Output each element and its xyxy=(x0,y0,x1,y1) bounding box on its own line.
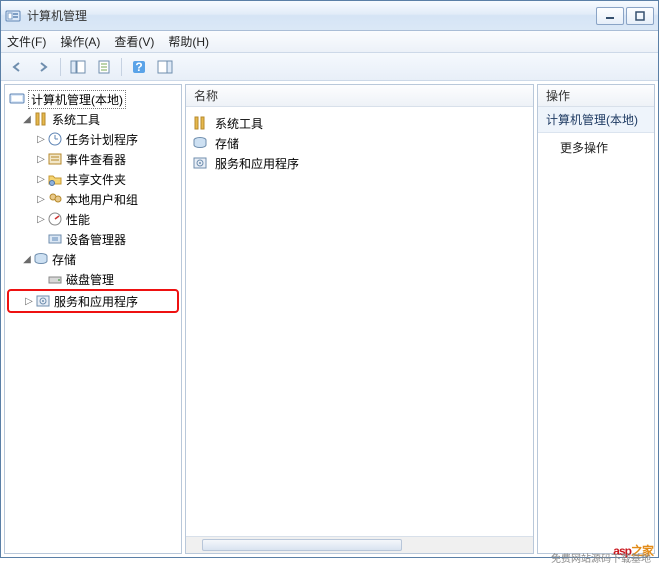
list-item-label: 服务和应用程序 xyxy=(215,155,299,172)
device-icon xyxy=(47,231,63,247)
collapse-icon[interactable]: ◢ xyxy=(21,114,33,125)
tree-system-tools[interactable]: ◢ 系统工具 xyxy=(7,109,179,129)
window: 计算机管理 文件(F) 操作(A) 查看(V) 帮助(H) ? 计算机管理(本地… xyxy=(0,0,659,558)
menu-action[interactable]: 操作(A) xyxy=(60,33,100,50)
actions-list: 计算机管理(本地) 更多操作 xyxy=(538,107,654,553)
tree-task-scheduler[interactable]: ▷ 任务计划程序 xyxy=(7,129,179,149)
collapse-icon[interactable]: ◢ xyxy=(21,254,33,265)
tree-label: 服务和应用程序 xyxy=(54,293,138,310)
nav-back-button[interactable] xyxy=(5,56,29,78)
list-pane: 名称 系统工具 存储 服务和应用程序 xyxy=(185,84,534,554)
tree-label: 任务计划程序 xyxy=(66,131,138,148)
action-pane-button[interactable] xyxy=(153,56,177,78)
tree-performance[interactable]: ▷ 性能 xyxy=(7,209,179,229)
watermark-subtitle: 免费网站源码下载基地 xyxy=(551,550,651,565)
horizontal-scrollbar[interactable] xyxy=(186,536,533,553)
disk-icon xyxy=(47,271,63,287)
action-group-title: 计算机管理(本地) xyxy=(538,107,654,133)
storage-icon xyxy=(192,135,208,151)
performance-icon xyxy=(47,211,63,227)
services-icon xyxy=(192,155,208,171)
tree-device-manager[interactable]: 设备管理器 xyxy=(7,229,179,249)
tree-root[interactable]: 计算机管理(本地) xyxy=(7,89,179,109)
toolbar-separator xyxy=(60,58,61,76)
tree-storage[interactable]: ◢ 存储 xyxy=(7,249,179,269)
tree-label: 性能 xyxy=(66,211,90,228)
tree-disk-management[interactable]: 磁盘管理 xyxy=(7,269,179,289)
maximize-button[interactable] xyxy=(626,7,654,25)
show-hide-tree-button[interactable] xyxy=(66,56,90,78)
minimize-button[interactable] xyxy=(596,7,624,25)
tree-pane: 计算机管理(本地) ◢ 系统工具 ▷ 任务计划程序 ▷ 事件查看器 xyxy=(4,84,182,554)
tree-label: 设备管理器 xyxy=(66,231,126,248)
tree-label: 存储 xyxy=(52,251,76,268)
tree-shared-folders[interactable]: ▷ 共享文件夹 xyxy=(7,169,179,189)
menu-view[interactable]: 查看(V) xyxy=(114,33,154,50)
tree: 计算机管理(本地) ◢ 系统工具 ▷ 任务计划程序 ▷ 事件查看器 xyxy=(5,85,181,553)
menu-file[interactable]: 文件(F) xyxy=(7,33,46,50)
storage-icon xyxy=(33,251,49,267)
computer-icon xyxy=(9,91,25,107)
tree-label: 系统工具 xyxy=(52,111,100,128)
services-icon xyxy=(35,293,51,309)
list-item[interactable]: 系统工具 xyxy=(192,113,527,133)
nav-forward-button[interactable] xyxy=(31,56,55,78)
svg-text:?: ? xyxy=(135,60,142,74)
tools-icon xyxy=(192,115,208,131)
toolbar: ? xyxy=(1,53,658,81)
list-item-label: 系统工具 xyxy=(215,115,263,132)
titlebar: 计算机管理 xyxy=(1,1,658,31)
menu-help[interactable]: 帮助(H) xyxy=(168,33,209,50)
content-area: 计算机管理(本地) ◢ 系统工具 ▷ 任务计划程序 ▷ 事件查看器 xyxy=(1,81,658,557)
menubar: 文件(F) 操作(A) 查看(V) 帮助(H) xyxy=(1,31,658,53)
event-icon xyxy=(47,151,63,167)
clock-icon xyxy=(47,131,63,147)
tree-services-apps[interactable]: ▷ 服务和应用程序 xyxy=(7,289,179,313)
column-header-name[interactable]: 名称 xyxy=(186,85,533,107)
expand-icon[interactable]: ▷ xyxy=(35,134,47,145)
tree-label: 计算机管理(本地) xyxy=(28,90,126,109)
column-header-actions: 操作 xyxy=(538,85,654,107)
window-title: 计算机管理 xyxy=(27,7,594,24)
actions-pane: 操作 计算机管理(本地) 更多操作 xyxy=(537,84,655,554)
expand-icon[interactable]: ▷ xyxy=(35,194,47,205)
list-item[interactable]: 存储 xyxy=(192,133,527,153)
tree-label: 本地用户和组 xyxy=(66,191,138,208)
tree-label: 事件查看器 xyxy=(66,151,126,168)
tree-label: 磁盘管理 xyxy=(66,271,114,288)
properties-button[interactable] xyxy=(92,56,116,78)
tools-icon xyxy=(33,111,49,127)
scrollbar-thumb[interactable] xyxy=(202,539,402,551)
tree-local-users[interactable]: ▷ 本地用户和组 xyxy=(7,189,179,209)
list-item-label: 存储 xyxy=(215,135,239,152)
tree-label: 共享文件夹 xyxy=(66,171,126,188)
shared-folder-icon xyxy=(47,171,63,187)
list-item[interactable]: 服务和应用程序 xyxy=(192,153,527,173)
tree-event-viewer[interactable]: ▷ 事件查看器 xyxy=(7,149,179,169)
expand-icon[interactable]: ▷ xyxy=(35,154,47,165)
users-icon xyxy=(47,191,63,207)
expand-icon[interactable]: ▷ xyxy=(23,296,35,307)
list: 系统工具 存储 服务和应用程序 xyxy=(186,107,533,536)
toolbar-separator xyxy=(121,58,122,76)
help-button[interactable]: ? xyxy=(127,56,151,78)
expand-icon[interactable]: ▷ xyxy=(35,174,47,185)
app-icon xyxy=(5,8,21,24)
expand-icon[interactable]: ▷ xyxy=(35,214,47,225)
action-more[interactable]: 更多操作 xyxy=(538,133,654,162)
